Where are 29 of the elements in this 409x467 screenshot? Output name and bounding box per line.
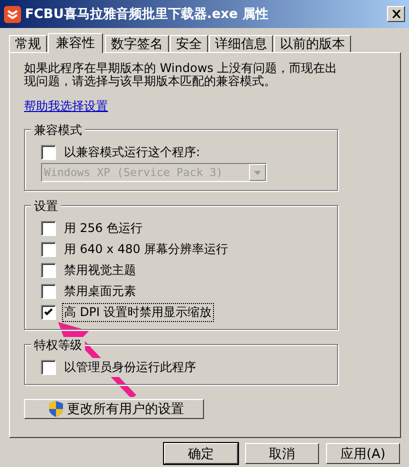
dialog-button[interactable]: 取消: [245, 443, 319, 464]
shield-icon: [49, 401, 63, 417]
dialog-button[interactable]: 确定: [164, 443, 238, 464]
tab[interactable]: 以前的版本: [274, 35, 351, 52]
check-icon: [44, 308, 53, 317]
help-link[interactable]: 帮助我选择设置: [24, 98, 108, 115]
checkbox[interactable]: [41, 360, 56, 375]
checkbox-label: 高 DPI 设置时禁用显示缩放: [62, 303, 214, 322]
tab[interactable]: 常规: [9, 35, 47, 52]
tab[interactable]: 详细信息: [209, 35, 273, 52]
app-icon: [4, 6, 21, 22]
close-button[interactable]: [387, 6, 405, 22]
all-users-button[interactable]: 更改所有用户的设置: [24, 399, 204, 419]
close-icon: [392, 10, 400, 18]
tab[interactable]: 兼容性: [48, 33, 103, 53]
checkbox[interactable]: [41, 221, 56, 236]
checkbox[interactable]: [41, 284, 56, 299]
window-title: FCBU喜马拉雅音频批里下载器.exe 属性: [25, 6, 270, 23]
checkbox-label: 以管理员身份运行此程序: [62, 358, 198, 377]
tab[interactable]: 安全: [170, 35, 208, 52]
tab[interactable]: 数字签名: [105, 35, 169, 52]
intro-text: 如果此程序在早期版本的 Windows 上没有问题，而现在出现问题，请选择与该早期版本匹配的兼容模式。: [24, 62, 338, 88]
checkbox[interactable]: [41, 263, 56, 278]
checkbox[interactable]: [41, 145, 56, 160]
group-title: 特权等级: [31, 337, 85, 354]
dialog-button[interactable]: 应用(A): [326, 443, 400, 464]
checkbox[interactable]: [41, 305, 56, 320]
dropdown-value: Windows XP (Service Pack 3): [43, 166, 224, 179]
checkbox[interactable]: [41, 242, 56, 257]
